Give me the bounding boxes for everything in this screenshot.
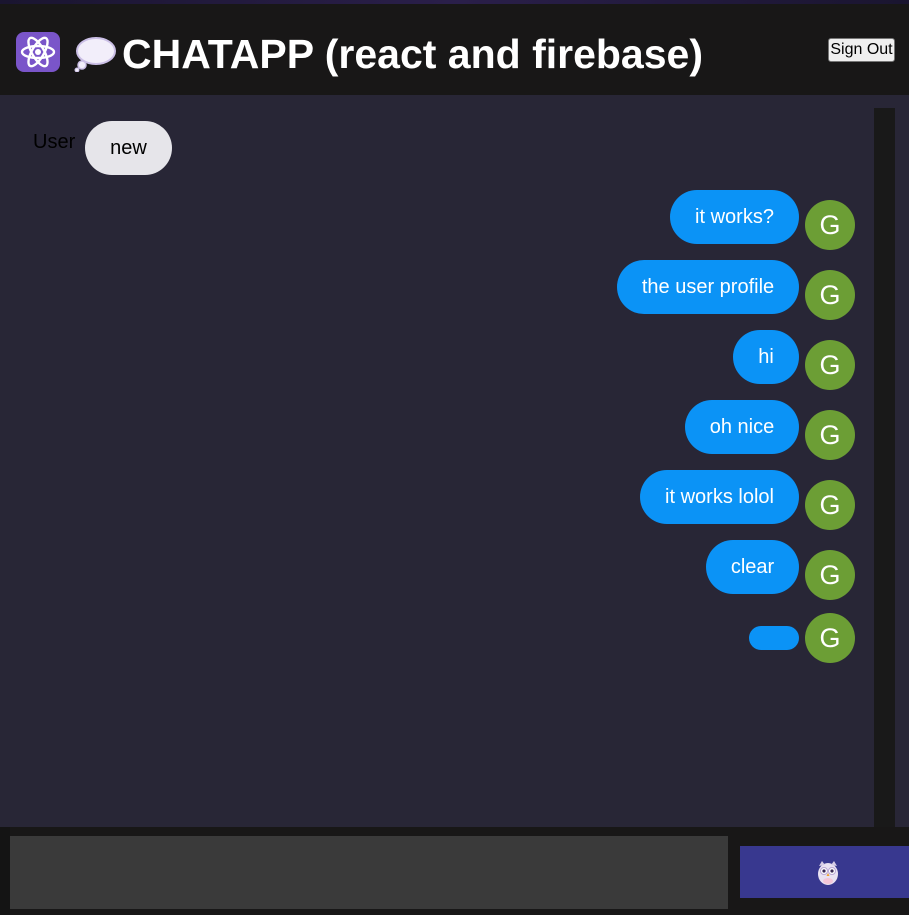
sent-message-bubble: it works?	[670, 190, 799, 244]
avatar: G	[805, 410, 855, 460]
sent-message-bubble: the user profile	[617, 260, 799, 314]
avatar: G	[805, 270, 855, 320]
sent-message-bubble-empty	[749, 626, 799, 650]
received-message-bubble: new	[85, 121, 172, 175]
avatar: G	[805, 613, 855, 663]
chat-app: CHATAPP (react and firebase) Sign Out Us…	[0, 0, 909, 915]
app-title: CHATAPP (react and firebase)	[122, 31, 703, 77]
speech-bubble-icon	[74, 36, 116, 73]
sender-name: User	[33, 131, 76, 153]
send-button[interactable]	[740, 846, 909, 898]
sent-message-bubble: clear	[706, 540, 799, 594]
app-header: CHATAPP (react and firebase)	[0, 4, 909, 95]
avatar: G	[805, 550, 855, 600]
scrollbar[interactable]	[874, 108, 895, 827]
sign-out-button[interactable]: Sign Out	[828, 38, 895, 62]
sent-message-bubble: it works lolol	[640, 470, 799, 524]
avatar: G	[805, 200, 855, 250]
sent-message-bubble: hi	[733, 330, 799, 384]
message-input[interactable]	[10, 836, 728, 909]
avatar: G	[805, 340, 855, 390]
avatar: G	[805, 480, 855, 530]
sent-message-bubble: oh nice	[685, 400, 799, 454]
atom-icon	[16, 32, 60, 72]
owl-icon	[818, 861, 838, 885]
